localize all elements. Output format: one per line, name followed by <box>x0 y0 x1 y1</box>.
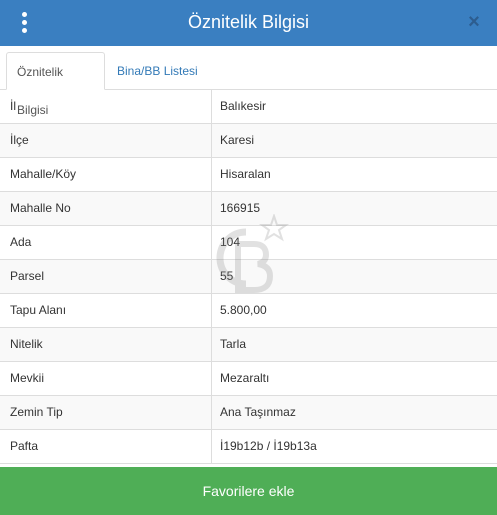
attribute-value: 5.800,00 <box>220 303 267 317</box>
attribute-key: Tapu Alanı <box>10 303 67 317</box>
table-row: Zemin Tip Ana Taşınmaz <box>0 396 497 430</box>
attribute-key: Nitelik <box>10 337 43 351</box>
attribute-value: Balıkesir <box>220 99 267 113</box>
attribute-value: İ19b12b / İ19b13a <box>220 439 317 453</box>
table-row: Nitelik Tarla <box>0 328 497 362</box>
add-to-favorites-button[interactable]: Favorilere ekle <box>0 467 497 515</box>
table-row: Tapu Alanı 5.800,00 <box>0 294 497 328</box>
attribute-key: İlçe <box>10 133 29 147</box>
table-row: İl Balıkesir <box>0 90 497 124</box>
attribute-value: 166915 <box>220 201 261 215</box>
attribute-key: Ada <box>10 235 32 249</box>
attribute-key: Mahalle/Köy <box>10 167 77 181</box>
table-row: Ada 104 <box>0 226 497 260</box>
table-row: Mahalle No 166915 <box>0 192 497 226</box>
dialog-title: Öznitelik Bilgisi <box>187 12 310 32</box>
attribute-key: Mahalle No <box>10 201 71 215</box>
close-icon[interactable]: × <box>463 11 485 33</box>
attribute-value: Karesi <box>220 133 255 147</box>
attribute-key: Mevkii <box>10 371 45 385</box>
attribute-value: Tarla <box>220 337 247 351</box>
table-row: Mahalle/Köy Hisaralan <box>0 158 497 192</box>
attribute-key: Zemin Tip <box>10 405 63 419</box>
attribute-table: İl Balıkesir İlçe Karesi Mahalle/Köy His… <box>0 90 497 464</box>
table-row: İlçe Karesi <box>0 124 497 158</box>
tab-oznitelik-bilgisi[interactable]: Öznitelik Bilgisi <box>6 52 105 117</box>
table-row: Pafta İ19b12b / İ19b13a <box>0 430 497 464</box>
attribute-key: Pafta <box>10 439 39 453</box>
attribute-key: İl <box>10 99 16 113</box>
table-row: Mevkii Mezaraltı <box>0 362 497 396</box>
attribute-value: Mezaraltı <box>220 371 270 385</box>
table-row: Parsel 55 <box>0 260 497 294</box>
attribute-value: Ana Taşınmaz <box>220 405 296 419</box>
tab-bar: Öznitelik Bilgisi Bina/BB Listesi <box>0 46 497 117</box>
attribute-value: Hisaralan <box>220 167 271 181</box>
attribute-value: 104 <box>220 235 241 249</box>
attribute-value: 55 <box>220 269 234 283</box>
tab-bina-bb-listesi[interactable]: Bina/BB Listesi <box>107 52 208 90</box>
dialog-header: Öznitelik Bilgisi × <box>0 0 497 46</box>
attribute-key: Parsel <box>10 269 45 283</box>
